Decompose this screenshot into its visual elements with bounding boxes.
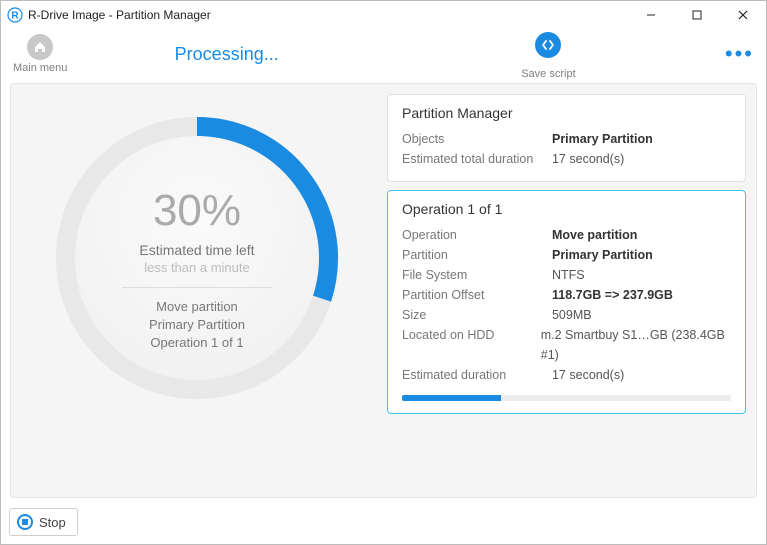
- more-button[interactable]: •••: [711, 41, 754, 67]
- op-k: Partition: [402, 245, 552, 265]
- op-k: File System: [402, 265, 552, 285]
- save-script-label: Save script: [521, 68, 575, 80]
- gauge-line3: Operation 1 of 1: [149, 334, 245, 352]
- gauge-line1: Move partition: [149, 298, 245, 316]
- svg-text:R: R: [11, 11, 19, 22]
- summary-card: Partition Manager Objects Primary Partit…: [387, 94, 746, 182]
- eta-label: Estimated time left: [139, 242, 254, 258]
- percent-text: 30%: [153, 186, 241, 236]
- stop-button[interactable]: Stop: [9, 508, 78, 536]
- progress-gauge: 30% Estimated time left less than a minu…: [37, 98, 357, 418]
- op-v: NTFS: [552, 265, 585, 285]
- operation-progress-bar: [402, 395, 731, 401]
- bottom-bar: Stop: [9, 508, 78, 536]
- main-menu-label: Main menu: [13, 62, 67, 74]
- app-icon: R: [7, 7, 23, 23]
- table-row: Estimated total duration 17 second(s): [402, 149, 731, 169]
- table-row: PartitionPrimary Partition: [402, 245, 731, 265]
- stop-label: Stop: [39, 515, 66, 530]
- eta-value: less than a minute: [144, 260, 250, 275]
- op-v: Primary Partition: [552, 245, 653, 265]
- operation-title: Operation 1 of 1: [402, 201, 731, 217]
- table-row: OperationMove partition: [402, 225, 731, 245]
- toolbar: Main menu Processing... Save script •••: [1, 29, 766, 79]
- op-v: 509MB: [552, 305, 592, 325]
- op-v: Move partition: [552, 225, 637, 245]
- stop-icon: [17, 514, 33, 530]
- summary-objects-v: Primary Partition: [552, 129, 653, 149]
- table-row: Objects Primary Partition: [402, 129, 731, 149]
- summary-dur-k: Estimated total duration: [402, 149, 552, 169]
- table-row: File SystemNTFS: [402, 265, 731, 285]
- code-icon: [535, 32, 561, 58]
- processing-title: Processing...: [67, 44, 386, 65]
- op-k: Partition Offset: [402, 285, 552, 305]
- titlebar: R R-Drive Image - Partition Manager: [1, 1, 766, 29]
- op-v: 17 second(s): [552, 365, 624, 385]
- home-icon: [27, 34, 53, 60]
- content-panel: 30% Estimated time left less than a minu…: [10, 83, 757, 498]
- minimize-button[interactable]: [628, 1, 674, 29]
- operation-progress-fill: [402, 395, 501, 401]
- op-k: Operation: [402, 225, 552, 245]
- gauge-line2: Primary Partition: [149, 316, 245, 334]
- close-button[interactable]: [720, 1, 766, 29]
- main-menu-button[interactable]: Main menu: [13, 34, 67, 74]
- window-title: R-Drive Image - Partition Manager: [28, 8, 628, 22]
- op-k: Located on HDD: [402, 325, 541, 365]
- gauge-op-lines: Move partition Primary Partition Operati…: [149, 298, 245, 352]
- table-row: Estimated duration17 second(s): [402, 365, 731, 385]
- left-panel: 30% Estimated time left less than a minu…: [21, 90, 373, 487]
- gauge-inner: 30% Estimated time left less than a minu…: [75, 136, 319, 380]
- operation-card: Operation 1 of 1 OperationMove partition…: [387, 190, 746, 414]
- more-dots-icon: •••: [725, 41, 754, 67]
- summary-title: Partition Manager: [402, 105, 731, 121]
- table-row: Partition Offset118.7GB => 237.9GB: [402, 285, 731, 305]
- op-v: m.2 Smartbuy S1…GB (238.4GB #1): [541, 325, 731, 365]
- op-k: Estimated duration: [402, 365, 552, 385]
- summary-dur-v: 17 second(s): [552, 149, 624, 169]
- window-controls: [628, 1, 766, 29]
- summary-objects-k: Objects: [402, 129, 552, 149]
- right-panel: Partition Manager Objects Primary Partit…: [387, 90, 746, 487]
- gauge-divider: [122, 287, 272, 288]
- op-v: 118.7GB => 237.9GB: [552, 285, 673, 305]
- table-row: Located on HDDm.2 Smartbuy S1…GB (238.4G…: [402, 325, 731, 365]
- save-script-button[interactable]: Save script: [386, 28, 711, 80]
- maximize-button[interactable]: [674, 1, 720, 29]
- op-k: Size: [402, 305, 552, 325]
- table-row: Size509MB: [402, 305, 731, 325]
